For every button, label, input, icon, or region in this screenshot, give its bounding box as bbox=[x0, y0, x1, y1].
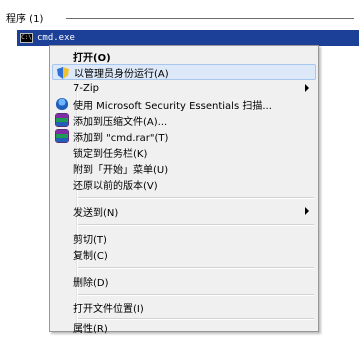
menu-item-label: 属性(R) bbox=[73, 323, 108, 335]
menu-item-open-file-location[interactable]: 打开文件位置(I) bbox=[52, 299, 316, 315]
menu-item-label: 打开文件位置(I) bbox=[73, 303, 144, 315]
menu-item-label: 发送到(N) bbox=[73, 207, 119, 219]
menu-item-restore-previous[interactable]: 还原以前的版本(V) bbox=[52, 176, 316, 192]
menu-item-open[interactable]: 打开(O) bbox=[52, 48, 316, 64]
menu-item-label: 打开(O) bbox=[73, 52, 111, 64]
menu-item-7zip[interactable]: 7-Zip bbox=[52, 80, 316, 96]
menu-item-cut[interactable]: 剪切(T) bbox=[52, 230, 316, 246]
menu-item-label: 添加到 "cmd.rar"(T) bbox=[73, 132, 169, 144]
group-header-label: 程序 (1) bbox=[6, 14, 44, 25]
shield-icon bbox=[57, 67, 69, 79]
menu-item-properties[interactable]: 属性(R) bbox=[52, 319, 316, 335]
cmd-icon: C:\ bbox=[20, 33, 33, 43]
context-menu: 打开(O) 以管理员身份运行(A) 7-Zip 使用 Microsoft Sec… bbox=[49, 45, 319, 335]
submenu-arrow-icon bbox=[305, 84, 309, 92]
mse-icon bbox=[56, 98, 68, 110]
search-result-label: cmd.exe bbox=[37, 33, 75, 43]
menu-item-label: 删除(D) bbox=[73, 277, 109, 289]
menu-item-delete[interactable]: 删除(D) bbox=[52, 273, 316, 289]
rar-icon bbox=[55, 129, 69, 143]
menu-item-mse-scan[interactable]: 使用 Microsoft Security Essentials 扫描... bbox=[52, 96, 316, 112]
menu-item-copy[interactable]: 复制(C) bbox=[52, 246, 316, 262]
menu-item-pin-to-start[interactable]: 附到「开始」菜单(U) bbox=[52, 160, 316, 176]
menu-item-label: 以管理员身份运行(A) bbox=[74, 68, 169, 80]
menu-item-label: 锁定到任务栏(K) bbox=[73, 148, 148, 160]
menu-item-label: 剪切(T) bbox=[73, 234, 107, 246]
menu-item-label: 7-Zip bbox=[73, 82, 99, 94]
menu-item-label: 复制(C) bbox=[73, 250, 108, 262]
menu-separator bbox=[78, 294, 314, 296]
menu-item-label: 还原以前的版本(V) bbox=[73, 180, 158, 192]
group-divider bbox=[66, 18, 354, 19]
menu-item-send-to[interactable]: 发送到(N) bbox=[52, 203, 316, 219]
menu-item-label: 附到「开始」菜单(U) bbox=[73, 164, 169, 176]
programs-group-header: 程序 (1) bbox=[6, 10, 43, 25]
submenu-arrow-icon bbox=[305, 207, 309, 215]
menu-item-label: 使用 Microsoft Security Essentials 扫描... bbox=[73, 100, 272, 112]
menu-separator bbox=[78, 197, 314, 199]
menu-item-add-to-archive[interactable]: 添加到压缩文件(A)... bbox=[52, 112, 316, 128]
menu-separator bbox=[78, 267, 314, 269]
menu-item-add-to-cmd-rar[interactable]: 添加到 "cmd.rar"(T) bbox=[52, 128, 316, 144]
menu-separator bbox=[78, 224, 314, 226]
menu-item-run-as-admin[interactable]: 以管理员身份运行(A) bbox=[52, 64, 316, 80]
menu-item-pin-to-taskbar[interactable]: 锁定到任务栏(K) bbox=[52, 144, 316, 160]
rar-icon bbox=[55, 113, 69, 127]
menu-item-label: 添加到压缩文件(A)... bbox=[73, 116, 168, 128]
search-result-cmd[interactable]: C:\ cmd.exe bbox=[17, 30, 359, 46]
